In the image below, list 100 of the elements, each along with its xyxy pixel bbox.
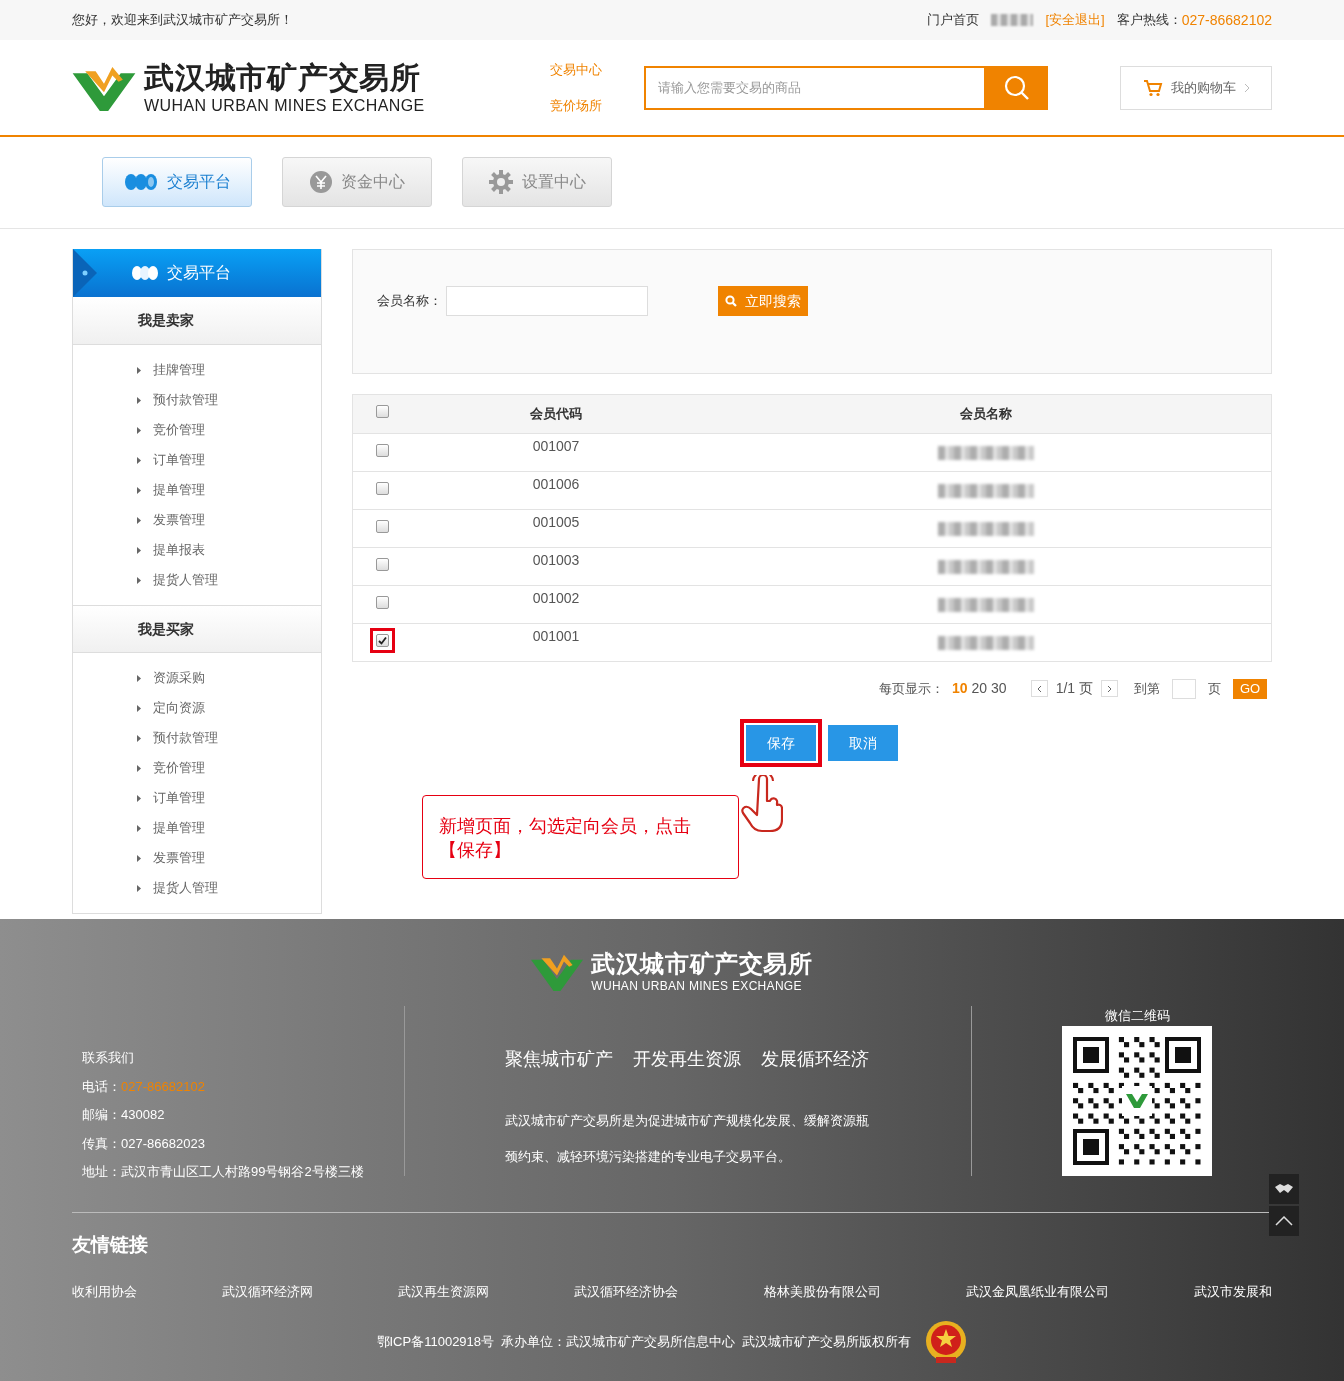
home-link[interactable]: 门户首页 <box>927 10 980 30</box>
goto-label: 到第 <box>1134 679 1160 698</box>
friend-link[interactable]: 格林美股份有限公司 <box>763 1281 881 1301</box>
blurred-username <box>991 14 1034 26</box>
handshake-icon <box>1274 1182 1294 1196</box>
caret-icon <box>137 794 141 802</box>
checkbox[interactable] <box>375 596 389 609</box>
chevron-left-icon <box>1036 684 1042 693</box>
friend-link[interactable]: 武汉市发展和 <box>1193 1281 1272 1301</box>
caret-icon <box>137 854 141 862</box>
menu-item[interactable]: 订单管理 <box>73 783 321 813</box>
menu-item[interactable]: 定向资源 <box>73 693 321 723</box>
menu-item[interactable]: 发票管理 <box>73 843 321 873</box>
checkbox[interactable] <box>375 482 389 495</box>
pointing-hand-icon <box>739 775 783 833</box>
menu-item[interactable]: 竞价管理 <box>73 415 321 445</box>
friend-link[interactable]: 收利用协会 <box>72 1281 137 1301</box>
page-size-option[interactable]: 20 <box>971 678 988 699</box>
caret-icon <box>137 486 141 494</box>
copyright-text: 鄂ICP备11002918号 承办单位：武汉城市矿产交易所信息中心 武汉城市矿产交易所版权所有 <box>376 1333 912 1352</box>
menu-item[interactable]: 发票管理 <box>73 505 321 535</box>
search-button[interactable] <box>985 65 1048 110</box>
section-heading: 我是买家 <box>73 605 321 653</box>
emblem-icon <box>923 1319 968 1365</box>
action-button[interactable]: 保存 <box>746 725 816 761</box>
table-cell-text: 001007 <box>531 437 581 456</box>
handshake-button[interactable] <box>1269 1174 1299 1204</box>
caret-icon <box>137 824 141 832</box>
caret-icon <box>137 396 141 404</box>
friend-link[interactable]: 武汉循环经济协会 <box>574 1281 679 1301</box>
menu-item[interactable]: 预付款管理 <box>73 723 321 753</box>
logo-subtitle: WUHAN URBAN MINES EXCHANGE <box>144 96 425 117</box>
caret-icon <box>137 546 141 554</box>
caret-icon <box>137 734 141 742</box>
menu-item[interactable]: 资源采购 <box>73 663 321 693</box>
menu-item[interactable]: 提单报表 <box>73 535 321 565</box>
member-name-field[interactable] <box>446 286 648 316</box>
cart-icon <box>1142 78 1163 97</box>
page-size-option[interactable]: 30 <box>991 678 1007 699</box>
caret-icon <box>137 576 141 584</box>
table-cell-text: 001003 <box>531 551 581 570</box>
phone-label: 电话： <box>82 1077 121 1096</box>
chevron-up-icon <box>1275 1216 1293 1226</box>
yuan-coin-icon <box>309 170 333 194</box>
page-suffix: 页 <box>1208 679 1221 698</box>
friend-link[interactable]: 武汉金凤凰纸业有限公司 <box>965 1281 1109 1301</box>
caret-icon <box>137 516 141 524</box>
contact-title: 联系我们 <box>82 1049 135 1067</box>
tab[interactable]: 交易平台 <box>102 157 252 207</box>
arrow-tab-icon <box>73 249 97 297</box>
checkbox[interactable] <box>375 444 389 457</box>
chevron-right-icon <box>1243 82 1250 93</box>
menu-item[interactable]: 提单管理 <box>73 813 321 843</box>
menu-item[interactable]: 竞价管理 <box>73 753 321 783</box>
menu-item[interactable]: 预付款管理 <box>73 385 321 415</box>
contact-line: 传真：027-86682023 <box>82 1134 206 1153</box>
menu-item[interactable]: 挂牌管理 <box>73 355 321 385</box>
caret-icon <box>137 764 141 772</box>
greeting-text: 您好，欢迎来到武汉城市矿产交易所！ <box>72 11 293 30</box>
table-cell-text: 001006 <box>531 475 581 494</box>
hotline-number: 027-86682102 <box>1181 10 1272 30</box>
contact-line: 地址：武汉市青山区工人村路99号钢谷2号楼三楼 <box>82 1163 365 1181</box>
logo-title: 武汉城市矿产交易所 <box>144 59 422 96</box>
menu-item[interactable]: 提单管理 <box>73 475 321 505</box>
back-to-top-button[interactable] <box>1269 1206 1299 1236</box>
checkbox[interactable] <box>375 558 389 571</box>
caret-icon <box>137 366 141 374</box>
page-size-label: 每页显示： <box>878 679 944 698</box>
menu-item[interactable]: 订单管理 <box>73 445 321 475</box>
next-page-button[interactable] <box>1101 680 1118 697</box>
search-icon <box>725 295 737 307</box>
page-number-field[interactable] <box>1172 678 1196 699</box>
page-indicator: 1/1 页 <box>1055 679 1093 698</box>
cart-button[interactable]: 我的购物车 <box>1120 65 1272 110</box>
callout-note: 新增页面，勾选定向会员，点击【保存】 <box>422 795 739 879</box>
menu-item[interactable]: 提货人管理 <box>73 565 321 595</box>
slogan-text: 发展循环经济 <box>761 1048 869 1071</box>
checkbox[interactable] <box>375 405 389 418</box>
sidebar-title: 交易平台 <box>167 263 231 283</box>
menu-item[interactable]: 提货人管理 <box>73 873 321 903</box>
table-cell-text: 001002 <box>531 589 581 608</box>
field-label: 会员名称： <box>377 292 442 310</box>
slogan-text: 聚焦城市矿产 <box>505 1048 613 1071</box>
caret-icon <box>137 704 141 712</box>
logo-title: 武汉城市矿产交易所 <box>591 949 813 979</box>
search-icon <box>1003 74 1030 101</box>
column-header: 会员名称 <box>959 405 1013 423</box>
description-text: 武汉城市矿产交易所是为促进城市矿产规模化发展、缓解资源瓶颈约束、减轻环境污染搭建的专业电子交易平台。 <box>505 1112 870 1166</box>
checkbox[interactable] <box>375 520 389 533</box>
phone-number: 027-86682102 <box>121 1077 205 1096</box>
friend-link[interactable]: 武汉循环经济网 <box>222 1281 314 1301</box>
coins-icon <box>131 265 159 281</box>
friend-link[interactable]: 武汉再生资源网 <box>398 1281 490 1301</box>
caret-icon <box>137 884 141 892</box>
contact-line: 邮编：430082 <box>82 1106 166 1124</box>
search-field[interactable]: 请输入您需要交易的商品 <box>643 65 986 110</box>
checkbox[interactable] <box>375 634 389 647</box>
links-title: 友情链接 <box>72 1233 149 1257</box>
table-cell-text: 001005 <box>531 513 581 532</box>
action-button[interactable]: 取消 <box>828 725 898 761</box>
